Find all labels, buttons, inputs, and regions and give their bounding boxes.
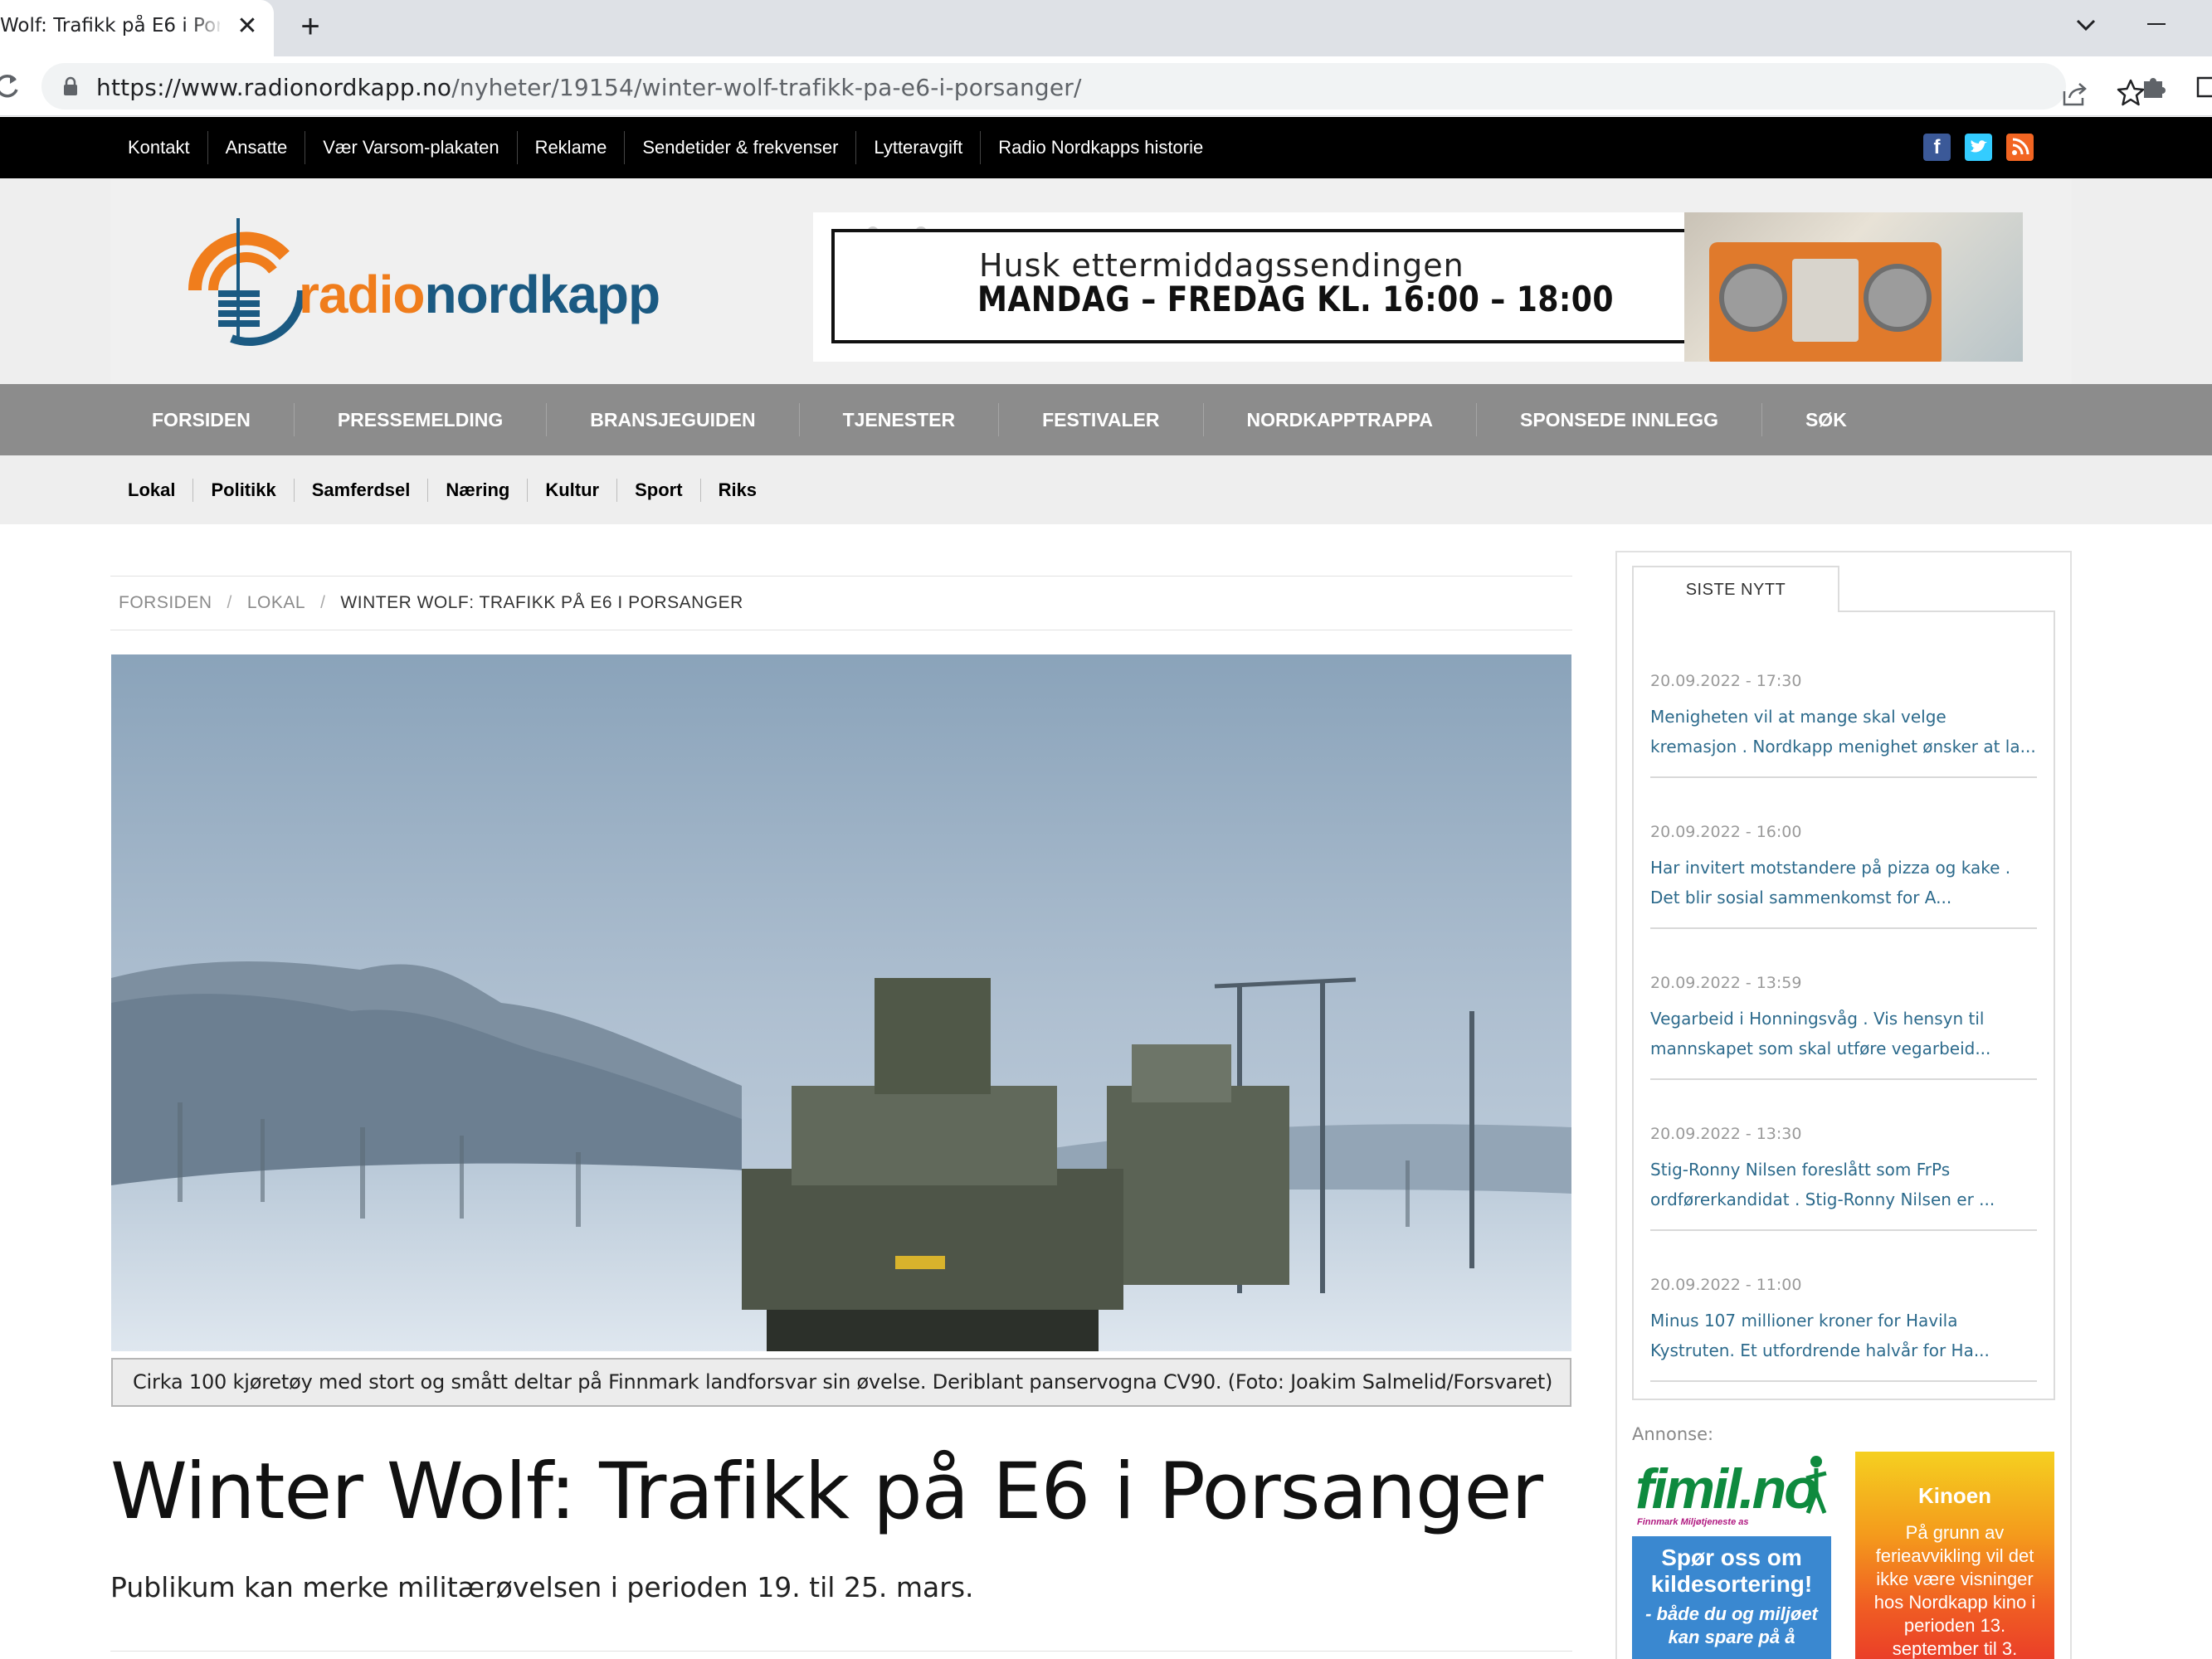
reload-icon[interactable] <box>0 70 22 103</box>
main-navigation: FORSIDEN PRESSEMELDING BRANSJEGUIDEN TJE… <box>0 384 2212 455</box>
rss-icon[interactable] <box>2006 134 2034 161</box>
sub-navigation: Lokal Politikk Samferdsel Næring Kultur … <box>0 455 2212 524</box>
nav-sok[interactable]: SØK <box>1761 403 1890 436</box>
fimil-ad[interactable]: fimil.no Finnmark Miljøtjeneste as Spør … <box>1632 1452 1831 1659</box>
toplink-kontakt[interactable]: Kontakt <box>110 131 207 164</box>
url-host: https://www.radionordkapp.no <box>96 74 452 101</box>
news-date: 20.09.2022 - 17:30 <box>1650 672 1802 690</box>
radio-panel <box>1792 259 1859 342</box>
article-headline: Winter Wolf: Trafikk på E6 i Porsanger <box>110 1447 1543 1537</box>
fimil-logo: fimil.no Finnmark Miljøtjeneste as <box>1632 1452 1831 1527</box>
news-item[interactable]: 20.09.2022 - 13:30 Stig-Ronny Nilsen for… <box>1650 1125 2037 1231</box>
fimil-text: - både du og miljøet kan spare på å <box>1645 1603 1818 1647</box>
nav-forsiden[interactable]: FORSIDEN <box>110 403 294 436</box>
person-recycling-icon <box>1805 1456 1827 1514</box>
breadcrumb-separator: / <box>320 593 326 612</box>
nav-bransjeguiden[interactable]: BRANSJEGUIDEN <box>546 403 798 436</box>
toplink-historie[interactable]: Radio Nordkapps historie <box>980 131 1220 164</box>
news-date: 20.09.2022 - 13:30 <box>1650 1125 1802 1143</box>
address-bar[interactable]: https://www.radionordkapp.no/nyheter/191… <box>41 63 2145 109</box>
news-date: 20.09.2022 - 16:00 <box>1650 823 1802 841</box>
article-lead: Publikum kan merke militærøvelsen i peri… <box>110 1571 974 1603</box>
subnav-kultur[interactable]: Kultur <box>527 478 616 502</box>
article-hero-image <box>111 654 1571 1351</box>
article-divider <box>110 1651 1572 1652</box>
breadcrumb-separator: / <box>227 593 232 612</box>
nav-pressemelding[interactable]: PRESSEMELDING <box>293 403 546 436</box>
extensions-puzzle-icon[interactable] <box>2139 71 2169 101</box>
breadcrumb-current: WINTER WOLF: TRAFIKK PÅ E6 I PORSANGER <box>340 593 743 612</box>
toplink-vaer-varsom[interactable]: Vær Varsom-plakaten <box>305 131 516 164</box>
toplink-sendetider[interactable]: Sendetider & frekvenser <box>624 131 855 164</box>
sub-nav-items: Lokal Politikk Samferdsel Næring Kultur … <box>110 455 774 524</box>
annonse-label: Annonse: <box>1632 1424 1714 1444</box>
news-link[interactable]: Vegarbeid i Honningsvåg . Vis hensyn til… <box>1650 1004 2037 1063</box>
banner-ad[interactable]: Husk ettermiddagssendingen MANDAG – FRED… <box>813 212 2023 362</box>
nav-festivaler[interactable]: FESTIVALER <box>998 403 1202 436</box>
news-link[interactable]: Minus 107 millioner kroner for Havila Ky… <box>1650 1306 2037 1365</box>
new-tab-button[interactable]: + <box>294 10 327 43</box>
news-link[interactable]: Stig-Ronny Nilsen foreslått som FrPs ord… <box>1650 1155 2037 1214</box>
tab-title: Wolf: Trafikk på E6 i Porsanger <box>0 15 220 36</box>
radio-speaker-right <box>1864 264 1932 332</box>
toplink-lytteravgift[interactable]: Lytteravgift <box>855 131 980 164</box>
browser-toolbar: https://www.radionordkapp.no/nyheter/191… <box>0 56 2212 116</box>
news-date: 20.09.2022 - 11:00 <box>1650 1276 1802 1294</box>
nav-nordkapptrappa[interactable]: NORDKAPPTRAPPA <box>1202 403 1476 436</box>
tab-siste-nytt[interactable]: SISTE NYTT <box>1632 566 1839 612</box>
side-panel-icon[interactable] <box>2195 75 2212 100</box>
news-item[interactable]: 20.09.2022 - 11:00 Minus 107 millioner k… <box>1650 1276 2037 1382</box>
news-item[interactable]: 20.09.2022 - 17:30 Menigheten vil at man… <box>1650 672 2037 778</box>
subnav-lokal[interactable]: Lokal <box>110 479 192 502</box>
subnav-sport[interactable]: Sport <box>616 478 699 502</box>
url-path: /nyheter/19154/winter-wolf-trafikk-pa-e6… <box>451 74 1082 101</box>
news-item[interactable]: 20.09.2022 - 16:00 Har invitert motstand… <box>1650 823 2037 929</box>
nav-sponsede-innlegg[interactable]: SPONSEDE INNLEGG <box>1475 403 1761 436</box>
main-nav-items: FORSIDEN PRESSEMELDING BRANSJEGUIDEN TJE… <box>110 384 1890 455</box>
subnav-samferdsel[interactable]: Samferdsel <box>293 478 428 502</box>
browser-tab-bar: Wolf: Trafikk på E6 i Porsanger ✕ + <box>0 0 2212 56</box>
chevron-down-icon[interactable] <box>2069 8 2102 41</box>
breadcrumb-home[interactable]: FORSIDEN <box>119 593 212 613</box>
toplink-reklame[interactable]: Reklame <box>516 131 625 164</box>
rss-feed-icon <box>2012 138 2029 155</box>
minimize-icon[interactable] <box>2147 23 2166 25</box>
nav-tjenester[interactable]: TJENESTER <box>798 403 998 436</box>
subnav-riks[interactable]: Riks <box>699 478 774 502</box>
kino-ad[interactable]: Kinoen På grunn av ferieavvikling vil de… <box>1855 1452 2054 1659</box>
breadcrumb-section[interactable]: LOKAL <box>247 593 305 613</box>
fimil-logo-text: fimil.no <box>1635 1457 1819 1520</box>
site-top-bar: Kontakt Ansatte Vær Varsom-plakaten Rekl… <box>0 117 2212 178</box>
lock-icon[interactable] <box>61 76 80 96</box>
browser-tab[interactable]: Wolf: Trafikk på E6 i Porsanger ✕ <box>0 0 274 56</box>
news-link[interactable]: Har invitert motstandere på pizza og kak… <box>1650 853 2037 912</box>
site-logo-text[interactable]: radionordkapp <box>299 264 660 325</box>
logo-part-nordkapp: nordkapp <box>424 265 660 324</box>
top-links: Kontakt Ansatte Vær Varsom-plakaten Rekl… <box>110 117 1220 178</box>
fimil-ad-body: Spør oss om kildesortering! - både du og… <box>1632 1536 1831 1659</box>
subnav-politikk[interactable]: Politikk <box>192 478 293 502</box>
share-icon[interactable] <box>2061 80 2089 108</box>
fimil-heading: Spør oss om kildesortering! <box>1650 1545 1813 1597</box>
radio-icon <box>1709 242 1942 362</box>
news-date: 20.09.2022 - 13:59 <box>1650 974 1802 992</box>
banner-line-2: MANDAG – FREDAG KL. 16:00 – 18:00 <box>977 279 1614 319</box>
facebook-icon[interactable]: f <box>1923 134 1951 161</box>
kino-title: Kinoen <box>1917 1483 1992 1508</box>
url-text[interactable]: https://www.radionordkapp.no/nyheter/191… <box>96 74 1082 101</box>
toplink-ansatte[interactable]: Ansatte <box>207 131 305 164</box>
kino-text: På grunn av ferieavvikling vil det ikke … <box>1873 1522 2036 1659</box>
image-caption: Cirka 100 kjøretøy med stort og smått de… <box>111 1358 1571 1407</box>
twitter-bird-icon <box>1971 140 1987 153</box>
radio-speaker-left <box>1719 264 1787 332</box>
news-link[interactable]: Menigheten vil at mange skal velge krema… <box>1650 702 2037 761</box>
subnav-naering[interactable]: Næring <box>427 478 527 502</box>
close-tab-icon[interactable]: ✕ <box>234 12 261 41</box>
news-item[interactable]: 20.09.2022 - 13:59 Vegarbeid i Honningsv… <box>1650 974 2037 1080</box>
logo-part-radio: radio <box>299 265 425 324</box>
twitter-icon[interactable] <box>1965 134 1992 161</box>
breadcrumb: FORSIDEN / LOKAL / WINTER WOLF: TRAFIKK … <box>110 576 1572 630</box>
tab-title-fade <box>191 8 224 48</box>
fimil-subtitle: Finnmark Miljøtjeneste as <box>1637 1517 1749 1527</box>
